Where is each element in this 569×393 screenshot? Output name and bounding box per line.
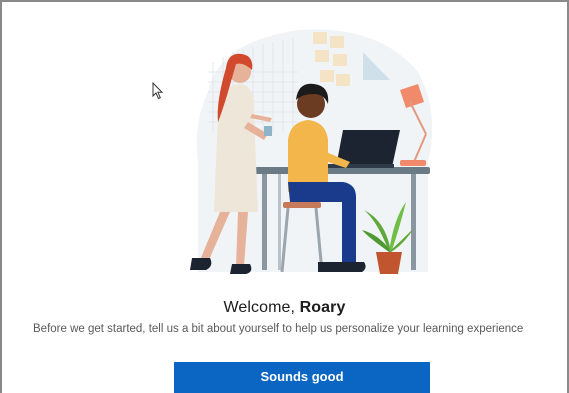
sounds-good-button[interactable]: Sounds good [174, 362, 430, 393]
welcome-heading: Welcome, Roary [0, 299, 569, 317]
welcome-user-name: Roary [299, 299, 346, 316]
onboarding-dialog: Welcome, Roary Before we get started, te… [0, 0, 569, 393]
mouse-cursor-icon [152, 82, 164, 100]
welcome-greeting: Welcome, [223, 299, 296, 316]
welcome-subtitle: Before we get started, tell us a bit abo… [33, 323, 524, 335]
onboarding-illustration-icon [190, 29, 433, 274]
window-border-top [0, 0, 569, 2]
window-border-left [0, 0, 2, 393]
